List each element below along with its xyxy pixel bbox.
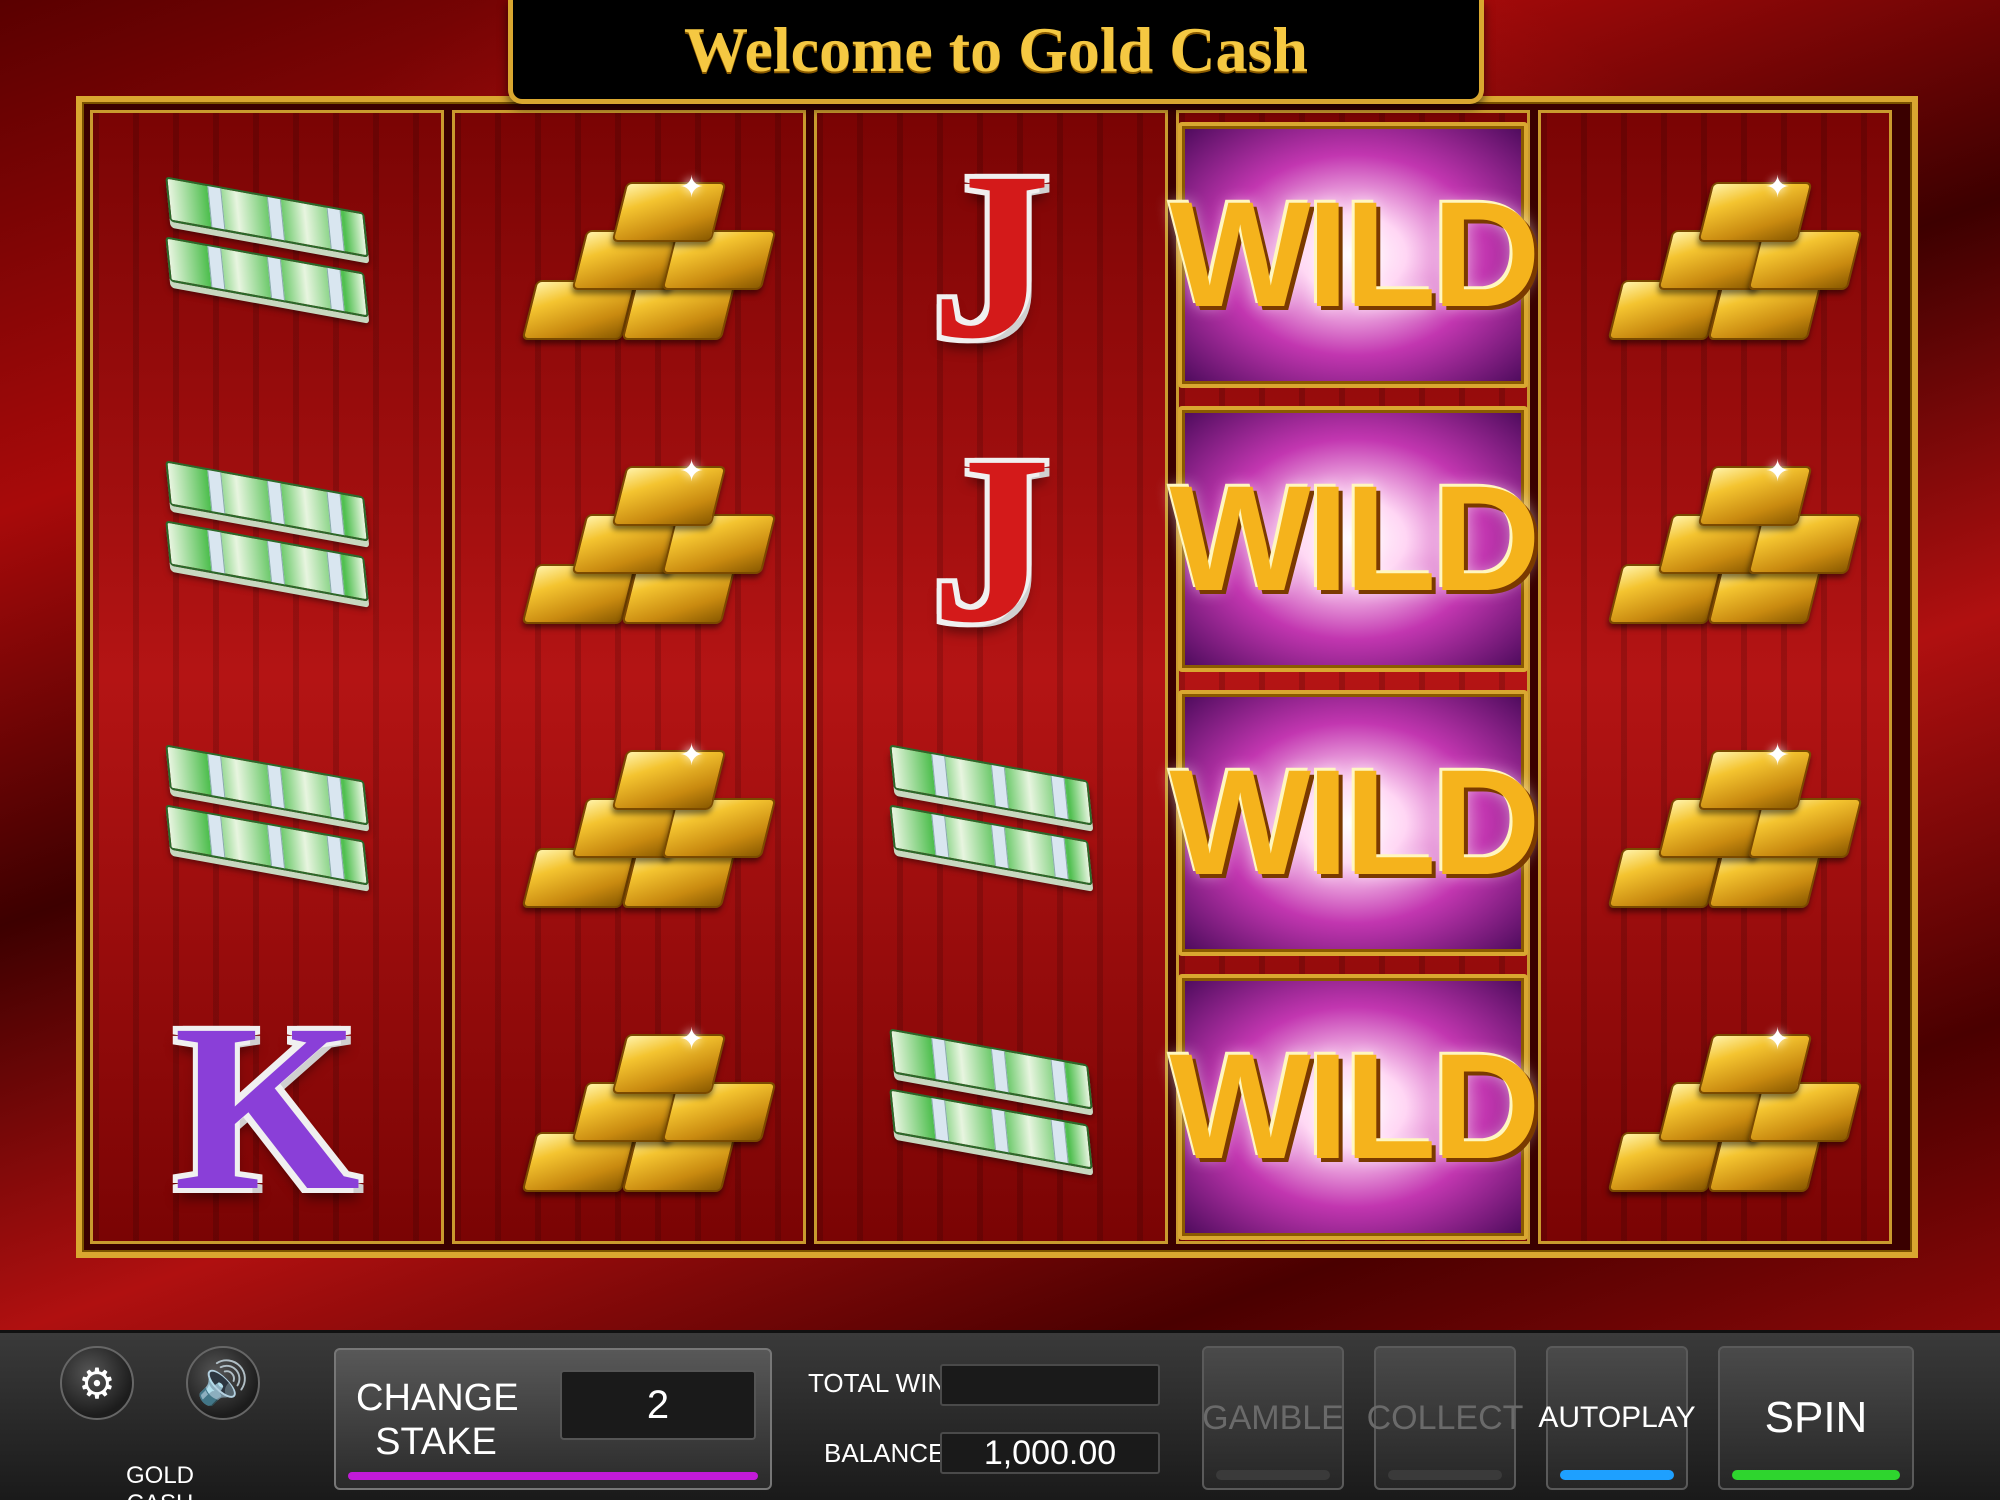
k-symbol: K [173, 973, 361, 1240]
wild-label: WILD [1169, 170, 1540, 338]
cash-stack-symbol [147, 439, 387, 639]
stake-value: 2 [560, 1370, 756, 1440]
reel-cell: K [93, 965, 441, 1248]
cash-stack-symbol [147, 723, 387, 923]
speaker-icon: 🔊 [196, 1358, 250, 1406]
reel-cell [93, 113, 441, 396]
reel-cell [817, 681, 1165, 964]
collect-underline [1388, 1470, 1502, 1480]
reel-cell [93, 397, 441, 680]
gold-bars-symbol: ✦ [509, 728, 777, 918]
reel-cell: ✦ [455, 113, 803, 396]
wild-label: WILD [1169, 1022, 1540, 1190]
change-stake-line2: STAKE [375, 1421, 497, 1463]
control-bar [0, 1330, 2000, 1500]
reel-5: ✦ ✦ ✦ ✦ [1538, 110, 1892, 1244]
change-stake-line1: CHANGE [356, 1377, 519, 1419]
gold-bars-symbol: ✦ [509, 444, 777, 634]
cash-stack-symbol [147, 155, 387, 355]
reel-cell: ✦ [455, 681, 803, 964]
balance-value: 1,000.00 [940, 1432, 1160, 1474]
gamble-button[interactable]: GAMBLE [1202, 1346, 1344, 1490]
spin-label: SPIN [1764, 1393, 1868, 1442]
gamble-label: GAMBLE [1202, 1398, 1344, 1437]
autoplay-button[interactable]: AUTOPLAY [1538, 1346, 1696, 1490]
reel-cell: ✦ [455, 965, 803, 1248]
reel-cell: J [817, 113, 1165, 396]
total-win-label: TOTAL WIN [808, 1368, 947, 1398]
reel-cell: ✦ [1541, 397, 1889, 680]
brand-label: GOLD CASH [125, 1462, 194, 1500]
wild-label: WILD [1169, 454, 1540, 622]
reel-3: JJ [814, 110, 1168, 1244]
reel-cell: WILD [1169, 397, 1541, 680]
j-symbol: J [931, 405, 1051, 672]
gold-bars-symbol: ✦ [509, 160, 777, 350]
autoplay-underline [1560, 1470, 1674, 1480]
reel-cell: ✦ [1541, 965, 1889, 1248]
total-win-value [940, 1364, 1160, 1406]
gear-icon: ⚙ [78, 1359, 116, 1407]
collect-button[interactable]: COLLECT [1367, 1346, 1523, 1490]
gamble-underline [1216, 1470, 1330, 1480]
wild-label: WILD [1169, 738, 1540, 906]
reel-cell: J [817, 397, 1165, 680]
reel-cell: ✦ [1541, 681, 1889, 964]
spin-button[interactable]: SPIN [1718, 1346, 1914, 1490]
j-symbol: J [931, 121, 1051, 388]
sound-button[interactable]: 🔊 [186, 1346, 260, 1420]
title-banner: Welcome to Gold Cash [508, 0, 1484, 104]
autoplay-label: AUTOPLAY [1538, 1401, 1696, 1434]
wild-symbol: WILD [1169, 689, 1541, 956]
collect-label: COLLECT [1366, 1398, 1524, 1437]
reel-cell [93, 681, 441, 964]
cash-stack-symbol [871, 723, 1111, 923]
spin-underline [1732, 1470, 1900, 1480]
reel-2: ✦ ✦ ✦ ✦ [452, 110, 806, 1244]
gold-bars-symbol: ✦ [1595, 728, 1863, 918]
reel-cell: WILD [1169, 113, 1541, 396]
wild-symbol: WILD [1169, 405, 1541, 672]
reels-frame: K ✦ ✦ ✦ ✦ J J WILD WILD WILD WILD ✦ ✦ ✦ ✦ [76, 96, 1918, 1258]
balance-label: BALANCE [824, 1438, 946, 1468]
gold-bars-symbol: ✦ [509, 1012, 777, 1202]
reel-cell: WILD [1169, 965, 1541, 1248]
reel-cell [817, 965, 1165, 1248]
reel-1: K [90, 110, 444, 1244]
change-stake-label: CHANGE STAKE [356, 1376, 519, 1464]
gold-bars-symbol: ✦ [1595, 160, 1863, 350]
reel-cell: ✦ [1541, 113, 1889, 396]
change-stake-button[interactable]: CHANGE STAKE 2 [334, 1348, 772, 1490]
gold-bars-symbol: ✦ [1595, 444, 1863, 634]
reel-4: WILD WILD WILD WILD [1169, 110, 1541, 1244]
gold-bars-symbol: ✦ [1595, 1012, 1863, 1202]
reel-cell: ✦ [455, 397, 803, 680]
settings-button[interactable]: ⚙ [60, 1346, 134, 1420]
wild-symbol: WILD [1169, 973, 1541, 1240]
reel-cell: WILD [1169, 681, 1541, 964]
stake-underline [348, 1472, 758, 1480]
cash-stack-symbol [871, 1007, 1111, 1207]
game-title: Welcome to Gold Cash [684, 13, 1308, 85]
wild-symbol: WILD [1169, 121, 1541, 388]
